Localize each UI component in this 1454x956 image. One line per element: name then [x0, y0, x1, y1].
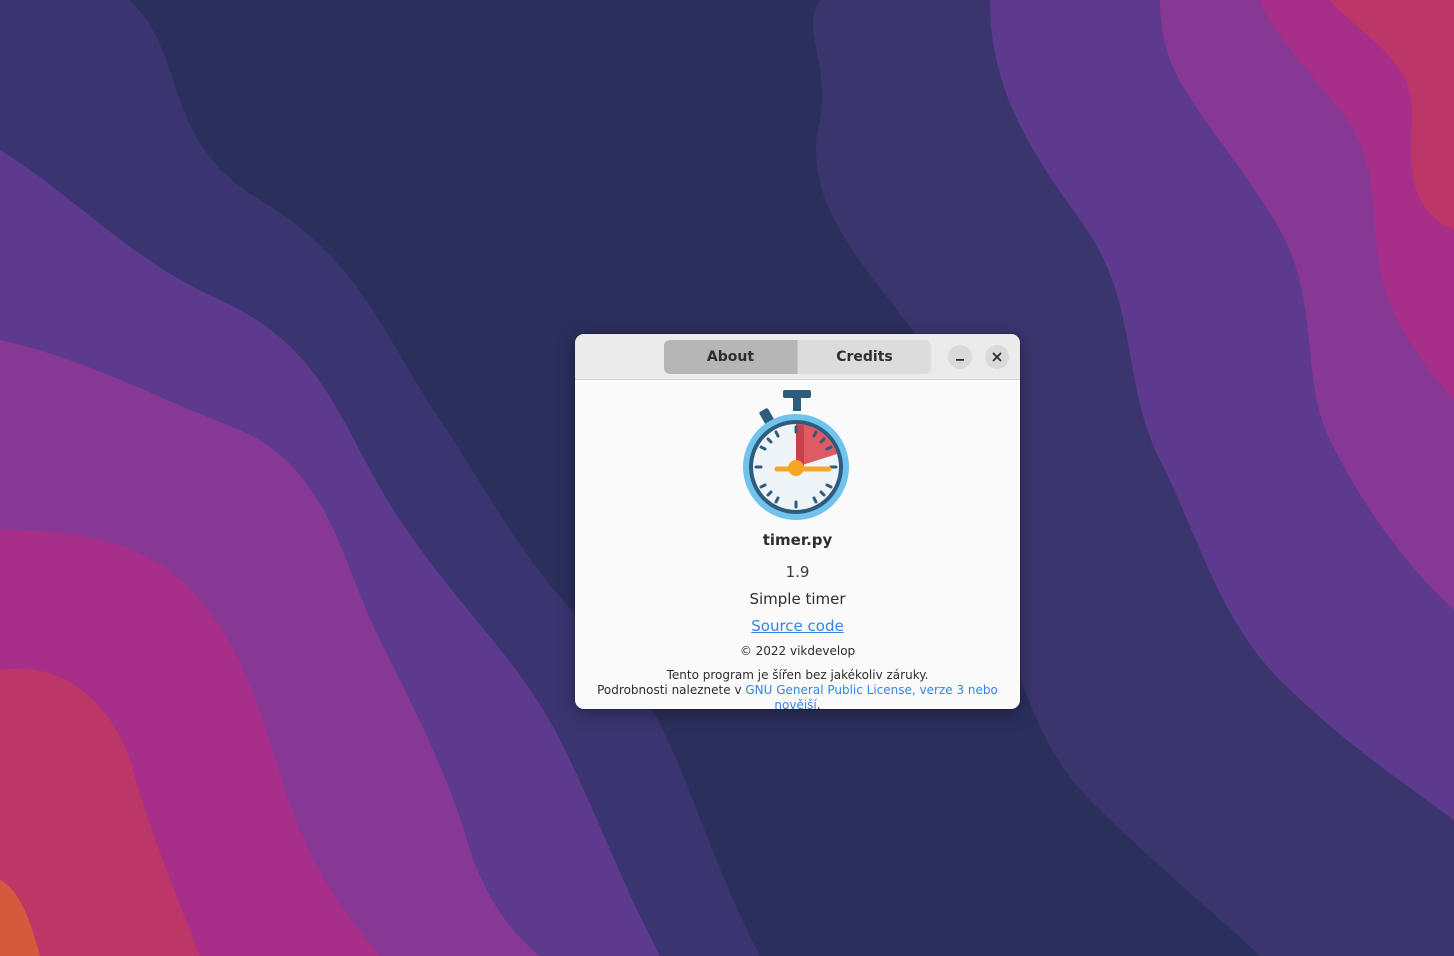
close-icon	[992, 352, 1002, 362]
stopwatch-icon	[743, 390, 849, 520]
app-version: 1.9	[785, 563, 810, 581]
license-suffix: .	[816, 698, 821, 709]
website-row: Source code	[575, 617, 1020, 635]
tab-about[interactable]: About	[664, 340, 797, 374]
license-link[interactable]: GNU General Public License, verze 3 nebo…	[745, 683, 998, 709]
license-text: Tento program je šířen bez jakékoliv zár…	[575, 668, 1020, 709]
tab-credits[interactable]: Credits	[797, 340, 931, 374]
app-name: timer.py	[762, 531, 833, 549]
license-line-2: Podrobnosti naleznete v GNU General Publ…	[575, 683, 1020, 709]
about-page: timer.py 1.9 Simple timer Source code © …	[575, 380, 1020, 709]
minimize-icon	[956, 359, 964, 361]
header-bar: About Credits	[575, 334, 1020, 380]
license-line-1: Tento program je šířen bez jakékoliv zár…	[666, 668, 929, 682]
app-description: Simple timer	[749, 590, 846, 608]
close-button[interactable]	[985, 345, 1009, 369]
about-dialog: About Credits timer.py 1.9 Simple timer …	[575, 334, 1020, 709]
minimize-button[interactable]	[948, 345, 972, 369]
license-prefix: Podrobnosti naleznete v	[597, 683, 746, 697]
copyright: © 2022 vikdevelop	[739, 644, 856, 658]
tab-switcher: About Credits	[664, 340, 931, 374]
source-code-link[interactable]: Source code	[751, 617, 843, 635]
